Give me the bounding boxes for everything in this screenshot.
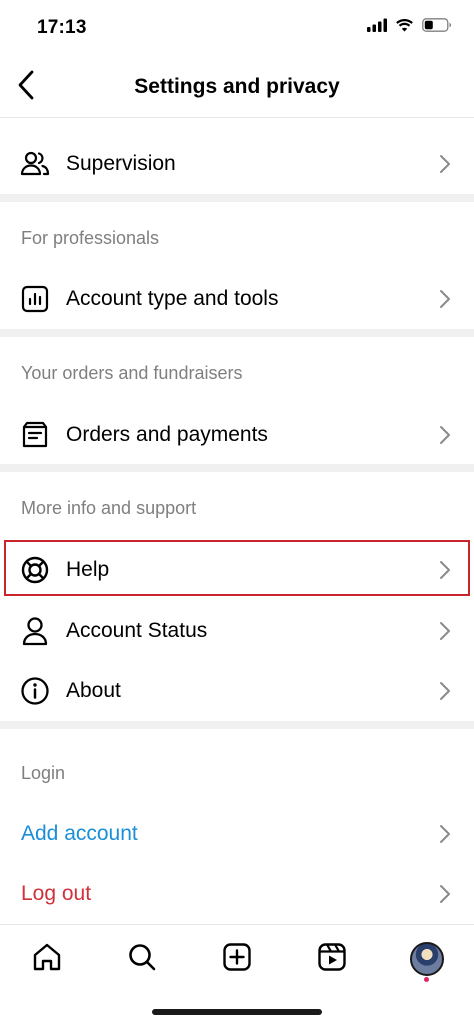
tab-home[interactable] <box>25 937 69 981</box>
section-title-support: More info and support <box>21 498 197 518</box>
orders-payments-row[interactable]: Orders and payments <box>0 407 474 463</box>
info-icon <box>18 674 52 708</box>
signal-icon <box>367 18 387 37</box>
about-label: About <box>66 679 121 702</box>
chevron-right-icon <box>438 424 452 446</box>
add-account-label: Add account <box>21 822 138 845</box>
log-out-label: Log out <box>21 882 92 905</box>
highlight-box <box>4 540 470 596</box>
status-time: 17:13 <box>37 17 87 38</box>
home-indicator <box>152 1009 322 1015</box>
status-icons <box>367 18 452 37</box>
log-out-row[interactable]: Log out <box>0 866 474 922</box>
search-icon <box>127 942 157 977</box>
create-post-icon <box>222 942 252 977</box>
chevron-right-icon <box>438 883 452 905</box>
person-icon <box>18 614 52 648</box>
section-divider <box>0 194 474 202</box>
section-divider <box>0 329 474 337</box>
tab-reels[interactable] <box>310 937 354 981</box>
account-status-row[interactable]: Account Status <box>0 603 474 659</box>
chevron-right-icon <box>438 153 452 175</box>
header: Settings and privacy <box>0 56 474 118</box>
tab-search[interactable] <box>120 937 164 981</box>
chevron-right-icon <box>438 680 452 702</box>
account-type-row[interactable]: Account type and tools <box>0 271 474 327</box>
section-divider <box>0 464 474 472</box>
reels-icon <box>317 942 347 977</box>
supervision-row[interactable]: Supervision <box>0 136 474 192</box>
account-type-label: Account type and tools <box>66 287 279 310</box>
tab-create[interactable] <box>215 937 259 981</box>
section-divider <box>0 721 474 729</box>
tab-profile[interactable] <box>405 937 449 981</box>
orders-icon <box>18 418 52 452</box>
insights-chart-icon <box>18 282 52 316</box>
section-title-professionals: For professionals <box>21 228 160 248</box>
page-title: Settings and privacy <box>134 75 340 98</box>
section-title-orders: Your orders and fundraisers <box>21 363 243 383</box>
chevron-right-icon <box>438 620 452 642</box>
supervision-label: Supervision <box>66 152 176 175</box>
notification-dot <box>424 977 429 982</box>
supervision-icon <box>18 147 52 181</box>
battery-icon <box>422 18 452 37</box>
orders-payments-label: Orders and payments <box>66 423 268 446</box>
wifi-icon <box>395 18 414 37</box>
account-status-label: Account Status <box>66 619 208 642</box>
add-account-row[interactable]: Add account <box>0 806 474 862</box>
status-bar: 17:13 <box>0 0 474 56</box>
chevron-right-icon <box>438 823 452 845</box>
about-row[interactable]: About <box>0 663 474 719</box>
profile-avatar <box>410 942 444 976</box>
home-icon <box>32 942 62 977</box>
chevron-right-icon <box>438 288 452 310</box>
section-title-login: Login <box>21 763 66 783</box>
